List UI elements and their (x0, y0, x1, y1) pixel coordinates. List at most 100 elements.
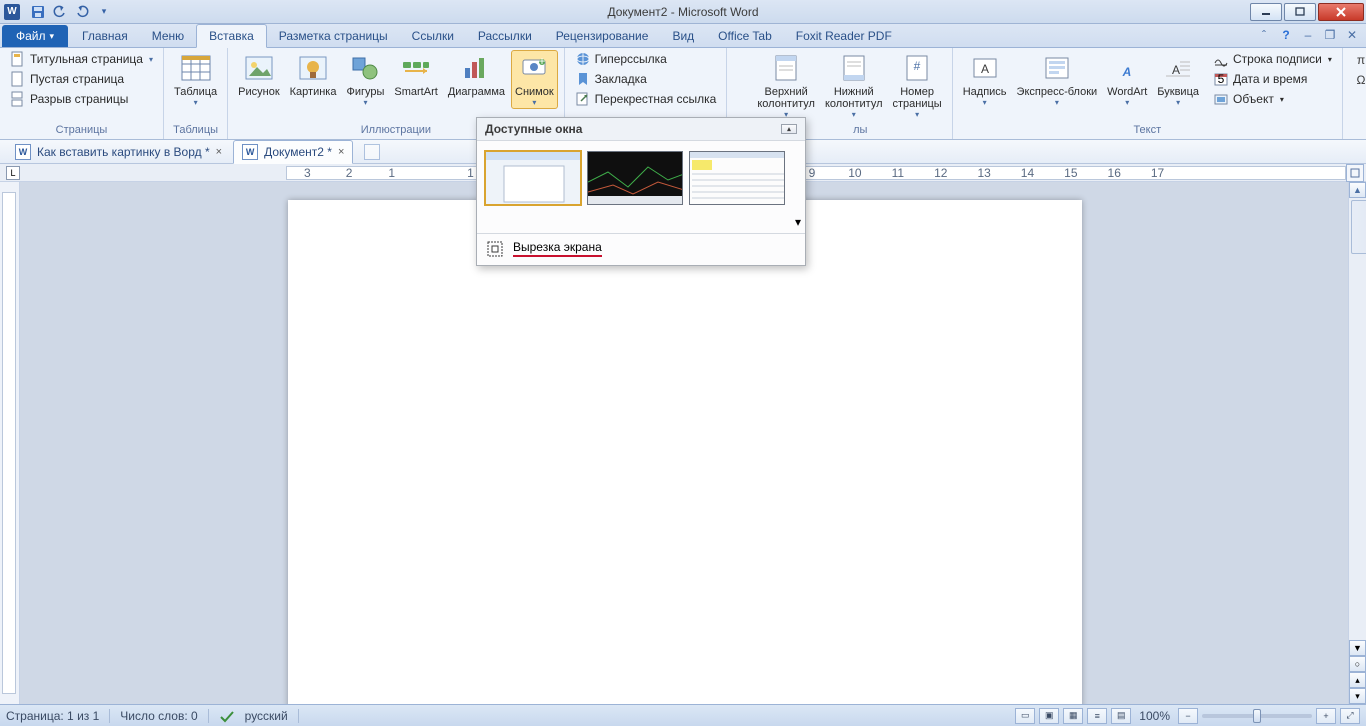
screen-clipping-item[interactable]: Вырезка экрана (477, 234, 805, 265)
symbol-button[interactable]: ΩСимвол▾ (1349, 70, 1366, 88)
table-button[interactable]: Таблица ▾ (170, 50, 221, 109)
mdi-restore-button[interactable]: ❐ (1322, 27, 1338, 43)
window-thumb-3[interactable] (689, 151, 785, 205)
quickparts-button[interactable]: Экспресс-блоки▾ (1013, 50, 1102, 109)
ruler-strip: 321 1234567891011121314151617 (286, 166, 1346, 180)
window-thumb-2[interactable] (587, 151, 683, 205)
crossref-button[interactable]: Перекрестная ссылка (571, 90, 721, 108)
tab-home[interactable]: Главная (70, 25, 140, 47)
tab-view[interactable]: Вид (660, 25, 706, 47)
signature-line-button[interactable]: Строка подписи▾ (1209, 50, 1336, 68)
spellcheck-icon[interactable] (219, 709, 235, 723)
doc-tab-2[interactable]: W Документ2 * × (233, 140, 353, 164)
page-break-icon (10, 91, 26, 107)
minimize-ribbon-button[interactable]: ˆ (1256, 27, 1272, 43)
doc-tab-1-close[interactable]: × (216, 146, 222, 158)
picture-button[interactable]: Рисунок (234, 50, 284, 100)
hyperlink-button[interactable]: Гиперссылка (571, 50, 721, 68)
ruler-toggle[interactable] (1346, 164, 1364, 182)
status-words[interactable]: Число слов: 0 (120, 709, 197, 723)
table-label: Таблица (174, 86, 217, 98)
title-bar: W ▾ Документ2 - Microsoft Word (0, 0, 1366, 24)
scroll-down-button[interactable]: ▼ (1349, 640, 1366, 656)
zoom-level[interactable]: 100% (1139, 709, 1170, 723)
header-button[interactable]: Верхний колонтитул▾ (753, 50, 819, 121)
page-break-button[interactable]: Разрыв страницы (6, 90, 157, 108)
svg-text:#: # (914, 59, 921, 73)
document-page[interactable] (288, 200, 1082, 704)
file-tab[interactable]: Файл (2, 25, 68, 47)
scroll-up-button[interactable]: ▲ (1349, 182, 1366, 198)
tab-review[interactable]: Рецензирование (544, 25, 661, 47)
mdi-close-button[interactable]: ✕ (1344, 27, 1360, 43)
smartart-button[interactable]: SmartArt (390, 50, 441, 100)
view-print-layout[interactable]: ▭ (1015, 708, 1035, 724)
view-web-layout[interactable]: ▦ (1063, 708, 1083, 724)
browse-object-button[interactable]: ○ (1349, 656, 1366, 672)
status-language[interactable]: русский (245, 709, 288, 723)
tab-menu[interactable]: Меню (140, 25, 196, 47)
tab-mailings[interactable]: Рассылки (466, 25, 544, 47)
next-page-button[interactable]: ▾ (1349, 688, 1366, 704)
maximize-button[interactable] (1284, 3, 1316, 21)
zoom-in-button[interactable]: + (1316, 708, 1336, 724)
view-outline[interactable]: ≡ (1087, 708, 1107, 724)
mdi-minimize-button[interactable]: – (1300, 27, 1316, 43)
screenshot-popup: Доступные окна ▴ ▾ Вырезка экрана (476, 117, 806, 266)
status-page[interactable]: Страница: 1 из 1 (6, 709, 99, 723)
window-thumb-1[interactable] (485, 151, 581, 205)
prev-page-button[interactable]: ▴ (1349, 672, 1366, 688)
tab-insert[interactable]: Вставка (196, 24, 267, 48)
qat-customize-button[interactable]: ▾ (94, 3, 114, 21)
chart-label: Диаграмма (448, 86, 505, 98)
view-full-screen[interactable]: ▣ (1039, 708, 1059, 724)
doc-tab-2-label: Документ2 * (264, 145, 332, 159)
wordart-button[interactable]: AWordArt▾ (1103, 50, 1151, 109)
zoom-out-button[interactable]: − (1178, 708, 1198, 724)
vertical-ruler[interactable] (0, 182, 20, 704)
svg-text:5: 5 (1218, 72, 1225, 86)
redo-button[interactable] (72, 3, 92, 21)
doc-tab-new[interactable] (355, 140, 389, 164)
clipart-label: Картинка (290, 86, 337, 98)
object-label: Объект (1233, 92, 1274, 106)
tab-pagelayout[interactable]: Разметка страницы (267, 25, 400, 47)
help-button[interactable]: ? (1278, 27, 1294, 43)
cover-page-button[interactable]: Титульная страница▾ (6, 50, 157, 68)
undo-button[interactable] (50, 3, 70, 21)
datetime-button[interactable]: 5Дата и время (1209, 70, 1336, 88)
doc-tab-2-close[interactable]: × (338, 146, 344, 158)
screenshot-button[interactable]: +Снимок▾ (511, 50, 558, 109)
tab-references[interactable]: Ссылки (400, 25, 466, 47)
page-number-button[interactable]: #Номер страницы▾ (889, 50, 946, 121)
clipart-button[interactable]: Картинка (286, 50, 341, 100)
tab-officetab[interactable]: Office Tab (706, 25, 784, 47)
object-button[interactable]: Объект▾ (1209, 90, 1336, 108)
status-bar: Страница: 1 из 1 Число слов: 0 русский ▭… (0, 704, 1366, 726)
close-button[interactable] (1318, 3, 1364, 21)
doc-tab-1[interactable]: W Как вставить картинку в Ворд * × (6, 140, 231, 164)
view-draft[interactable]: ▤ (1111, 708, 1131, 724)
scroll-thumb[interactable] (1351, 200, 1366, 254)
footer-button[interactable]: Нижний колонтитул▾ (821, 50, 887, 121)
shapes-button[interactable]: Фигуры▾ (342, 50, 388, 109)
vertical-scrollbar[interactable]: ▲ ▼ ○ ▴ ▾ (1348, 182, 1366, 704)
tab-selector[interactable]: L (6, 166, 20, 180)
popup-scroll-down[interactable]: ▾ (795, 215, 801, 229)
popup-scroll-up[interactable]: ▴ (781, 124, 797, 134)
fit-to-page-button[interactable]: ⤢ (1340, 708, 1360, 724)
tab-foxit[interactable]: Foxit Reader PDF (784, 25, 904, 47)
group-pages-label: Страницы (6, 122, 157, 139)
bookmark-button[interactable]: Закладка (571, 70, 721, 88)
dropcap-button[interactable]: AБуквица▾ (1153, 50, 1203, 109)
minimize-button[interactable] (1250, 3, 1282, 21)
save-button[interactable] (28, 3, 48, 21)
equation-button[interactable]: πФормула▾ (1349, 50, 1366, 68)
wordart-icon: A (1111, 52, 1143, 84)
blank-page-button[interactable]: Пустая страница (6, 70, 157, 88)
bookmark-icon (575, 71, 591, 87)
blank-page-icon (10, 71, 26, 87)
chart-button[interactable]: Диаграмма (444, 50, 509, 100)
textbox-button[interactable]: AНадпись▾ (959, 50, 1011, 109)
zoom-slider[interactable] (1202, 714, 1312, 718)
